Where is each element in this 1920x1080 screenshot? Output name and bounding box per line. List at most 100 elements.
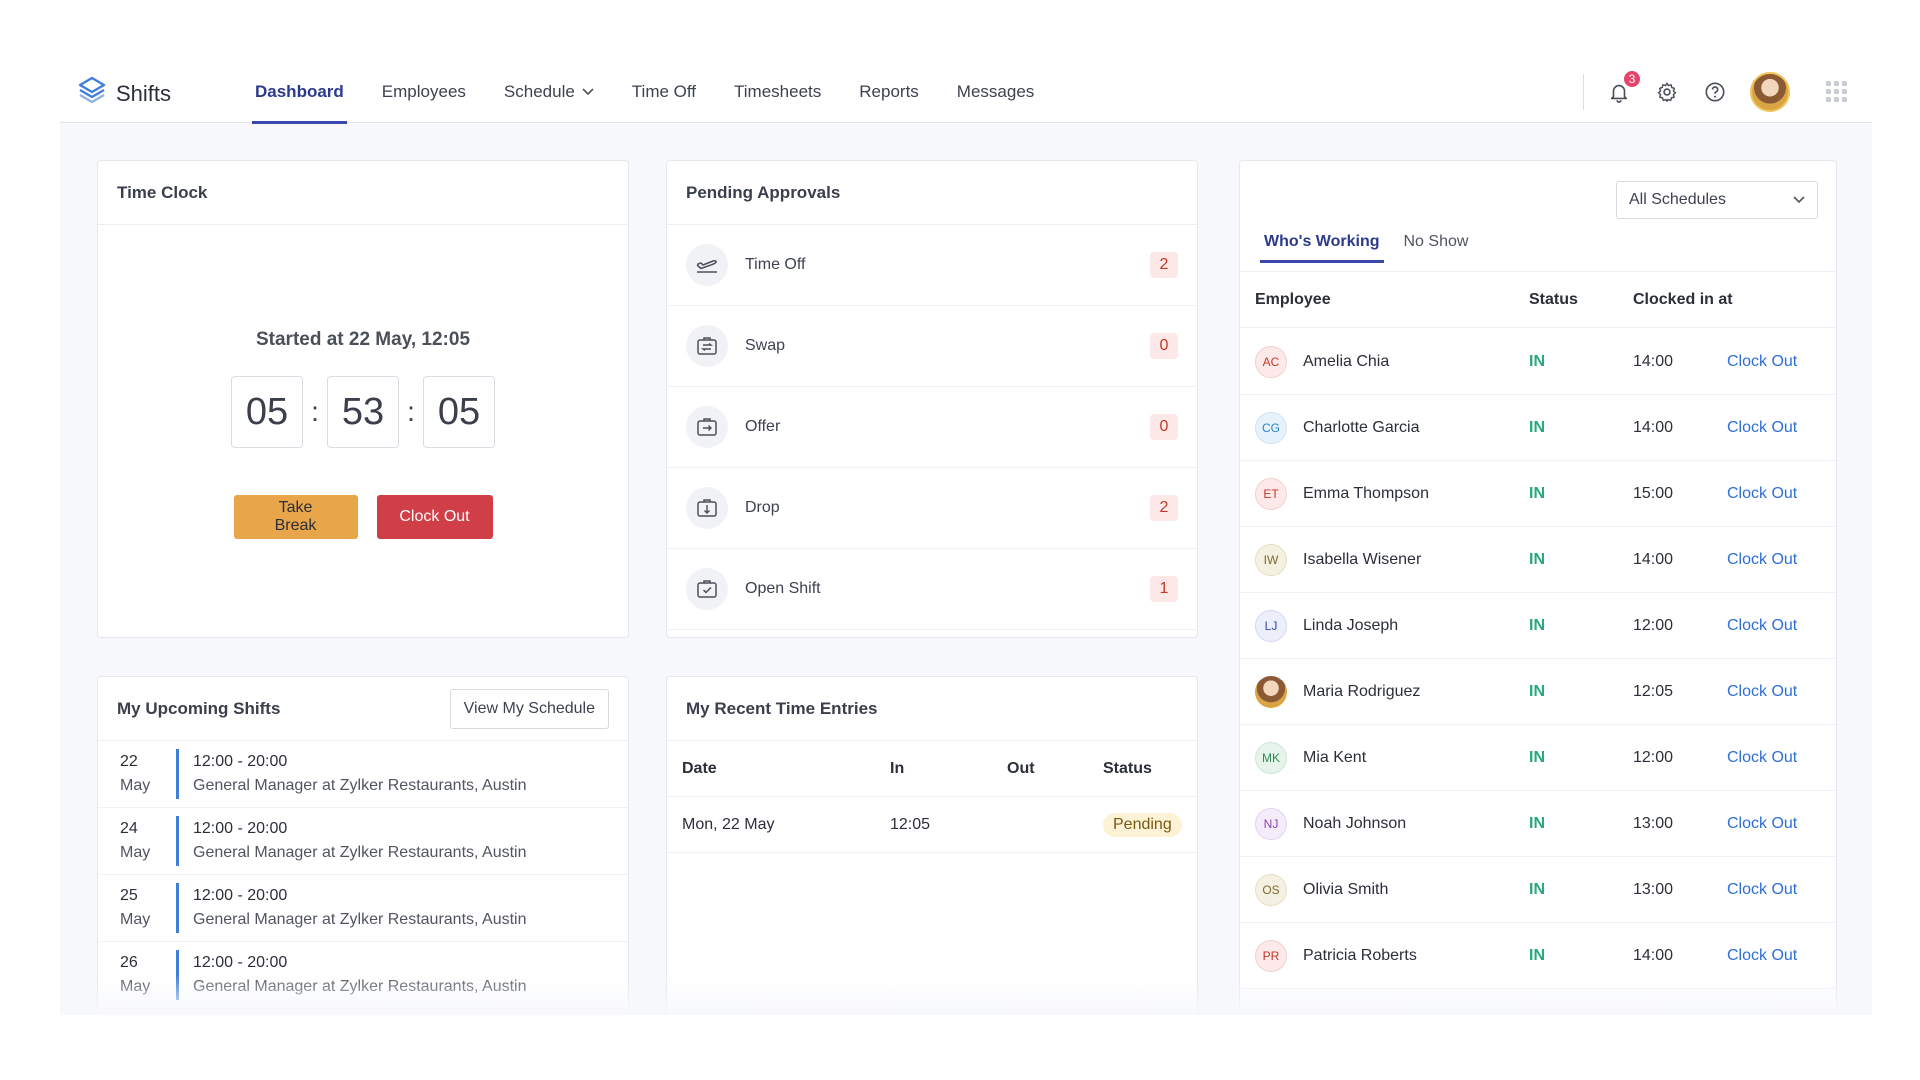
approval-label: Swap (745, 337, 786, 354)
approval-label: Time Off (745, 256, 806, 273)
take-break-button[interactable]: Take Break (233, 495, 358, 539)
clock-out-link[interactable]: Clock Out (1727, 485, 1797, 503)
table-row[interactable]: Mon, 22 May 12:05 Pending (667, 797, 1197, 853)
timer-hours: 05 (231, 376, 303, 448)
column-header-clocked-in: Clocked in at (1633, 290, 1733, 308)
avatar: AC (1255, 345, 1287, 378)
approval-row-drop[interactable]: Drop 2 (667, 468, 1197, 549)
approval-row-offer[interactable]: Offer 0 (667, 387, 1197, 468)
clocked-in-time: 14:00 (1633, 352, 1674, 370)
nav-time-off[interactable]: Time Off (613, 60, 715, 123)
clocked-in-time: 12:00 (1633, 748, 1674, 766)
clock-out-link[interactable]: Clock Out (1727, 419, 1797, 437)
employee-name: Patricia Roberts (1303, 946, 1417, 964)
clocked-in-time: 12:00 (1633, 616, 1674, 634)
table-row: PR Patricia Roberts IN 14:00 Clock Out (1240, 923, 1836, 989)
status-badge: IN (1529, 484, 1545, 502)
table-row: ET Emma Thompson IN 15:00 Clock Out (1240, 461, 1836, 527)
approval-row-swap[interactable]: Swap 0 (667, 306, 1197, 387)
shift-accent-bar (176, 883, 179, 933)
top-right-actions: 3 (1583, 60, 1872, 123)
approval-label: Open Shift (745, 580, 821, 597)
clocked-in-time: 12:05 (1633, 682, 1674, 700)
shift-accent-bar (176, 950, 179, 1000)
avatar: MK (1255, 741, 1287, 774)
schedule-select[interactable]: All Schedules (1616, 181, 1818, 219)
clock-out-link[interactable]: Clock Out (1727, 947, 1797, 965)
upcoming-shifts-title: My Upcoming Shifts (117, 698, 281, 718)
approval-count-badge: 1 (1150, 576, 1178, 602)
approval-row-open-shift[interactable]: Open Shift 1 (667, 549, 1197, 630)
employee-name: Maria Rodriguez (1303, 682, 1421, 700)
nav-timesheets[interactable]: Timesheets (715, 60, 840, 123)
notifications-bell-icon[interactable]: 3 (1606, 68, 1642, 105)
whos-working-tabs: Who's Working No Show (1260, 233, 1469, 263)
avatar: PR (1255, 939, 1287, 972)
shift-accent-bar (176, 749, 179, 799)
column-header-employee: Employee (1255, 290, 1331, 308)
nav-employees[interactable]: Employees (363, 60, 485, 123)
approval-count-badge: 2 (1150, 495, 1178, 521)
whos-working-table-header: Employee Status Clocked in at (1240, 272, 1836, 328)
time-clock-card: Time Clock Started at 22 May, 12:05 05 :… (97, 160, 629, 638)
clock-out-link[interactable]: Clock Out (1727, 617, 1797, 635)
pending-approvals-card: Pending Approvals Time Off 2 Swap 0 Offe… (666, 160, 1198, 638)
app-grid-icon[interactable] (1826, 80, 1848, 103)
clock-out-link[interactable]: Clock Out (1727, 353, 1797, 371)
elapsed-timer: 05 : 53 : 05 (98, 376, 628, 448)
help-question-icon[interactable] (1702, 79, 1728, 105)
plane-departure-icon (686, 244, 728, 286)
clock-out-link[interactable]: Clock Out (1727, 881, 1797, 899)
app-name: Shifts (116, 80, 172, 106)
tab-whos-working[interactable]: Who's Working (1260, 233, 1383, 263)
top-navigation-bar: Shifts Dashboard Employees Schedule Time… (60, 60, 1872, 124)
status-badge: IN (1529, 814, 1545, 832)
shifts-logo-icon (78, 76, 106, 111)
approval-row-time-off[interactable]: Time Off 2 (667, 225, 1197, 306)
table-row: NJ Noah Johnson IN 13:00 Clock Out (1240, 791, 1836, 857)
approval-label: Offer (745, 418, 781, 435)
tab-no-show[interactable]: No Show (1404, 233, 1469, 263)
offer-briefcase-icon (686, 406, 728, 448)
column-header-date: Date (682, 759, 717, 777)
column-header-out: Out (1007, 759, 1035, 777)
nav-reports[interactable]: Reports (840, 60, 938, 123)
settings-gear-icon[interactable] (1654, 79, 1680, 105)
clock-out-button[interactable]: Clock Out (376, 495, 493, 539)
nav-messages[interactable]: Messages (938, 60, 1053, 123)
table-row: AC Amelia Chia IN 14:00 Clock Out (1240, 329, 1836, 395)
status-badge: IN (1529, 550, 1545, 568)
shift-month: May (120, 844, 151, 861)
avatar (1255, 675, 1287, 708)
recent-time-entries-card: My Recent Time Entries Date In Out Statu… (666, 676, 1198, 1015)
shift-location: General Manager at Zylker Restaurants, A… (193, 777, 527, 794)
avatar: IW (1255, 543, 1287, 576)
employee-name: Linda Joseph (1303, 616, 1399, 634)
nav-dashboard[interactable]: Dashboard (236, 60, 363, 124)
employee-name: Olivia Smith (1303, 880, 1389, 898)
status-badge: IN (1529, 748, 1545, 766)
clock-out-link[interactable]: Clock Out (1727, 683, 1797, 701)
avatar: NJ (1255, 807, 1287, 840)
table-row: MK Mia Kent IN 12:00 Clock Out (1240, 725, 1836, 791)
view-my-schedule-button[interactable]: View My Schedule (449, 688, 609, 729)
shift-day: 22 (120, 753, 138, 770)
status-badge: IN (1529, 946, 1545, 964)
list-item[interactable]: 25 May 12:00 - 20:00 General Manager at Zy… (98, 875, 628, 942)
clock-out-link[interactable]: Clock Out (1727, 749, 1797, 767)
clock-out-link[interactable]: Clock Out (1727, 815, 1797, 833)
employee-name: Charlotte Garcia (1303, 418, 1420, 436)
clock-out-link[interactable]: Clock Out (1727, 551, 1797, 569)
brand[interactable]: Shifts (78, 76, 171, 111)
nav-schedule[interactable]: Schedule (485, 60, 613, 123)
column-header-status: Status (1103, 759, 1152, 777)
user-avatar[interactable] (1750, 71, 1790, 112)
list-item[interactable]: 24 May 12:00 - 20:00 General Manager at Zy… (98, 808, 628, 875)
status-badge: IN (1529, 352, 1545, 370)
shift-month: May (120, 911, 151, 928)
clocked-in-time: 13:00 (1633, 814, 1674, 832)
list-item[interactable]: 26 May 12:00 - 20:00 General Manager at Zy… (98, 942, 628, 1009)
list-item[interactable]: 22 May 12:00 - 20:00 General Manager at Zy… (98, 741, 628, 808)
table-row: CG Charlotte Garcia IN 14:00 Clock Out (1240, 395, 1836, 461)
notification-count-badge: 3 (1622, 68, 1642, 89)
